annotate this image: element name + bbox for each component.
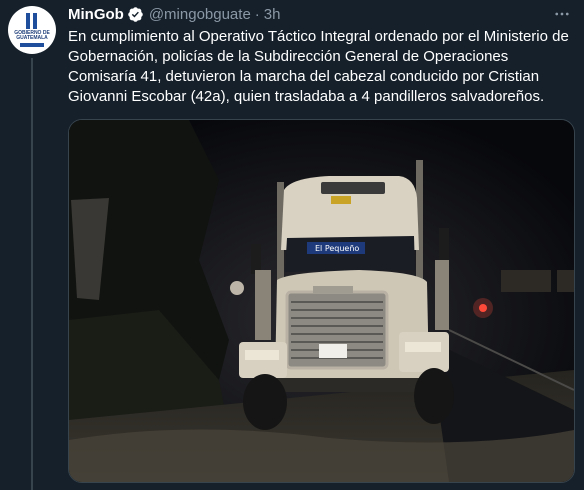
avatar-column: GOBIERNO DE GUATEMALA [8, 6, 56, 54]
truck-photo-image: El Pequeño [69, 120, 574, 482]
tweet-text: En cumplimiento al Operativo Táctico Int… [68, 28, 569, 105]
tweet[interactable]: GOBIERNO DE GUATEMALA MinGob @mingobguat… [0, 0, 584, 490]
thread-line [31, 58, 33, 490]
tweet-photo[interactable]: El Pequeño [68, 119, 575, 483]
more-horizontal-icon[interactable] [552, 4, 572, 24]
author-handle[interactable]: @mingobguate [149, 6, 251, 23]
author-name[interactable]: MinGob [68, 6, 124, 23]
verified-badge-icon [127, 6, 144, 23]
timestamp[interactable]: 3h [264, 6, 281, 23]
separator-dot: · [254, 5, 260, 23]
logo-stripe [20, 43, 44, 47]
svg-text:El Pequeño: El Pequeño [315, 244, 359, 253]
avatar[interactable]: GOBIERNO DE GUATEMALA [8, 6, 56, 54]
avatar-logo-text: GOBIERNO DE GUATEMALA [14, 30, 50, 41]
logo-bars-icon [25, 13, 39, 29]
tweet-header: MinGob @mingobguate · 3h [68, 4, 280, 24]
